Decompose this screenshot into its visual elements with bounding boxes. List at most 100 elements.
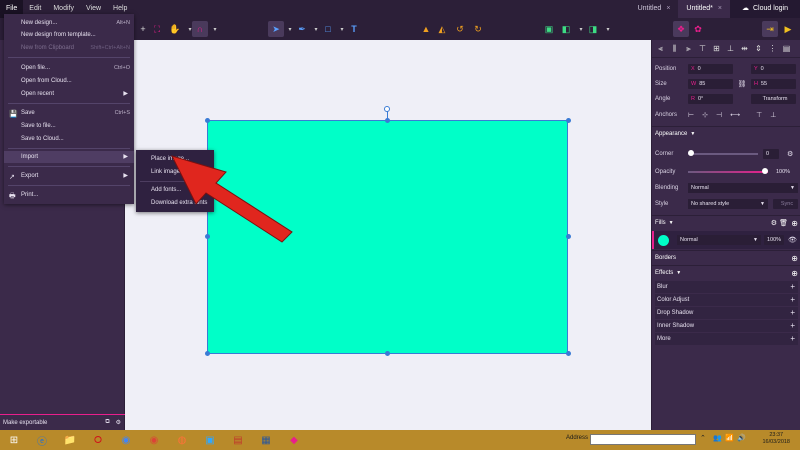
align-page-icon[interactable]: ▤ xyxy=(781,43,792,54)
make-exportable-bar[interactable]: Make exportable ⧉ ⚙ xyxy=(0,414,125,430)
effect-inner-shadow[interactable]: Inner Shadow + xyxy=(655,320,798,332)
effect-blur[interactable]: Blur + xyxy=(655,281,798,293)
rotate-left-icon[interactable]: ↺ xyxy=(452,21,468,37)
menu-item-new-design[interactable]: New design... Alt+N xyxy=(4,17,134,29)
warning-icon[interactable]: ▲ xyxy=(418,21,434,37)
effect-color-adjust[interactable]: Color Adjust + xyxy=(655,294,798,306)
anchor-top-icon[interactable]: ⊤ xyxy=(756,111,762,119)
plus-icon[interactable]: + xyxy=(790,294,795,306)
align-top-icon[interactable]: ⊤ xyxy=(697,43,708,54)
opacity-slider[interactable] xyxy=(688,167,768,176)
anchor-stretch-h-icon[interactable]: ⟷ xyxy=(730,111,740,119)
fill-color-swatch[interactable] xyxy=(658,234,669,246)
chrome-icon[interactable]: ◉ xyxy=(140,431,168,449)
export-slice-icon[interactable]: ⧉ xyxy=(105,419,109,426)
settings-icon[interactable]: ⚙ xyxy=(116,419,121,426)
file-explorer-icon[interactable]: 📁 xyxy=(56,431,84,449)
fill-options-icon[interactable]: ⚙ xyxy=(771,216,777,231)
y-field[interactable]: Y0 xyxy=(751,63,796,74)
distribute-v-icon[interactable]: ⇕ xyxy=(753,43,764,54)
add-border-icon[interactable]: ⊕ xyxy=(791,251,798,266)
fill-opacity-field[interactable]: 100% xyxy=(764,235,784,245)
magnet-icon[interactable]: ∩ xyxy=(192,21,208,37)
hand-tool-icon[interactable]: ✋ xyxy=(167,21,183,37)
menu-item-new-from-template[interactable]: New design from template... xyxy=(4,29,134,41)
add-effect-icon[interactable]: ⊕ xyxy=(791,266,798,281)
resize-handle-bottom-right[interactable] xyxy=(566,351,571,356)
resize-handle-right[interactable] xyxy=(566,234,571,239)
word-icon[interactable]: ▦ xyxy=(252,431,280,449)
corner-options-icon[interactable]: ⚙ xyxy=(787,150,793,158)
symbol-icon[interactable]: ✿ xyxy=(690,21,706,37)
transform-button[interactable]: Transform xyxy=(751,93,796,104)
firefox-icon[interactable]: ◍ xyxy=(168,431,196,449)
rotation-handle[interactable] xyxy=(384,106,390,112)
play-icon[interactable]: ▶ xyxy=(780,21,796,37)
group-icon[interactable]: ▣ xyxy=(541,21,557,37)
trash-icon[interactable]: 🗑 xyxy=(779,216,788,231)
menu-item-import[interactable]: Import ▶ xyxy=(4,151,134,163)
appearance-header[interactable]: Appearance ▼ xyxy=(652,126,800,141)
tab-untitled[interactable]: Untitled × xyxy=(630,0,679,18)
screenshot-tool-icon[interactable]: ▤ xyxy=(224,431,252,449)
chevron-down-icon[interactable]: ▾ xyxy=(207,21,223,37)
align-middle-icon[interactable]: ⊞ xyxy=(711,43,722,54)
align-left-icon[interactable]: ⫷ xyxy=(655,43,666,54)
anchor-right-icon[interactable]: ⊣ xyxy=(716,111,722,119)
cloud-login-button[interactable]: ☁ Cloud login xyxy=(729,0,800,18)
opera-icon[interactable]: ⭘ xyxy=(84,431,112,449)
add-fill-icon[interactable]: ⊕ xyxy=(791,216,798,231)
more-align-icon[interactable]: ⋮ xyxy=(767,43,778,54)
style-select[interactable]: No shared style ▼ xyxy=(688,198,768,209)
slider-thumb[interactable] xyxy=(688,149,694,156)
menu-item-export[interactable]: ↗ Export ▶ xyxy=(4,170,134,182)
distribute-h-icon[interactable]: ⇹ xyxy=(739,43,750,54)
plus-icon[interactable]: + xyxy=(790,307,795,319)
system-clock[interactable]: 23:37 16/03/2018 xyxy=(762,432,790,446)
fit-screen-icon[interactable]: ⛶ xyxy=(149,21,165,37)
sync-button[interactable]: Sync xyxy=(773,198,798,209)
people-icon[interactable]: 👥 xyxy=(713,434,722,442)
anchor-hcenter-icon[interactable]: ⊹ xyxy=(702,111,708,119)
align-right-icon[interactable]: ⫸ xyxy=(683,43,694,54)
address-input[interactable] xyxy=(590,434,696,445)
menu-item-print[interactable]: 🖶 Print... xyxy=(4,189,134,201)
align-bottom-icon[interactable]: ⊥ xyxy=(725,43,736,54)
width-field[interactable]: W 85 xyxy=(688,78,733,89)
plus-icon[interactable]: + xyxy=(790,333,795,345)
menu-item-open-from-cloud[interactable]: Open from Cloud... xyxy=(4,75,134,87)
corner-field[interactable]: 0 xyxy=(763,148,779,159)
menu-item-save-to-file[interactable]: Save to file... xyxy=(4,120,134,132)
menu-item-save[interactable]: 💾 Save Ctrl+S xyxy=(4,107,134,119)
boolean-icon[interactable]: ◨ xyxy=(585,21,601,37)
gravit-designer-icon[interactable]: ◆ xyxy=(280,431,308,449)
lock-ratio-icon[interactable]: ⛓ xyxy=(733,80,751,88)
angle-field[interactable]: R 0° xyxy=(688,93,733,104)
volume-icon[interactable]: 🔊 xyxy=(737,434,746,442)
resize-handle-bottom[interactable] xyxy=(385,351,390,356)
fill-blend-select[interactable]: Normal ▼ xyxy=(677,235,761,245)
height-field[interactable]: H 55 xyxy=(751,78,796,89)
resize-handle-top-left[interactable] xyxy=(205,118,210,123)
rotate-right-icon[interactable]: ↻ xyxy=(470,21,486,37)
plus-icon[interactable]: + xyxy=(790,320,795,332)
tab-untitled-modified[interactable]: Untitled* × xyxy=(678,0,730,18)
resize-handle-top-right[interactable] xyxy=(566,118,571,123)
menu-item-save-to-cloud[interactable]: Save to Cloud... xyxy=(4,133,134,145)
chrome-canary-icon[interactable]: ◉ xyxy=(112,431,140,449)
slider-thumb[interactable] xyxy=(762,167,768,174)
anchor-bottom-icon[interactable]: ⊥ xyxy=(770,111,776,119)
borders-header[interactable]: Borders ⊕ xyxy=(652,250,800,265)
photoshop-icon[interactable]: ▣ xyxy=(196,431,224,449)
resize-handle-top[interactable] xyxy=(385,118,390,123)
corner-slider[interactable] xyxy=(688,149,758,158)
close-icon[interactable]: × xyxy=(718,0,722,18)
align-center-icon[interactable]: ⫼ xyxy=(669,43,680,54)
chevron-down-icon[interactable]: ▾ xyxy=(600,21,616,37)
anchor-left-icon[interactable]: ⊢ xyxy=(688,111,694,119)
flip-icon[interactable]: ◭ xyxy=(434,21,450,37)
arrange-icon[interactable]: ◧ xyxy=(558,21,574,37)
eye-icon[interactable]: 👁 xyxy=(788,236,797,244)
effect-drop-shadow[interactable]: Drop Shadow + xyxy=(655,307,798,319)
text-tool-icon[interactable]: T xyxy=(346,21,362,37)
